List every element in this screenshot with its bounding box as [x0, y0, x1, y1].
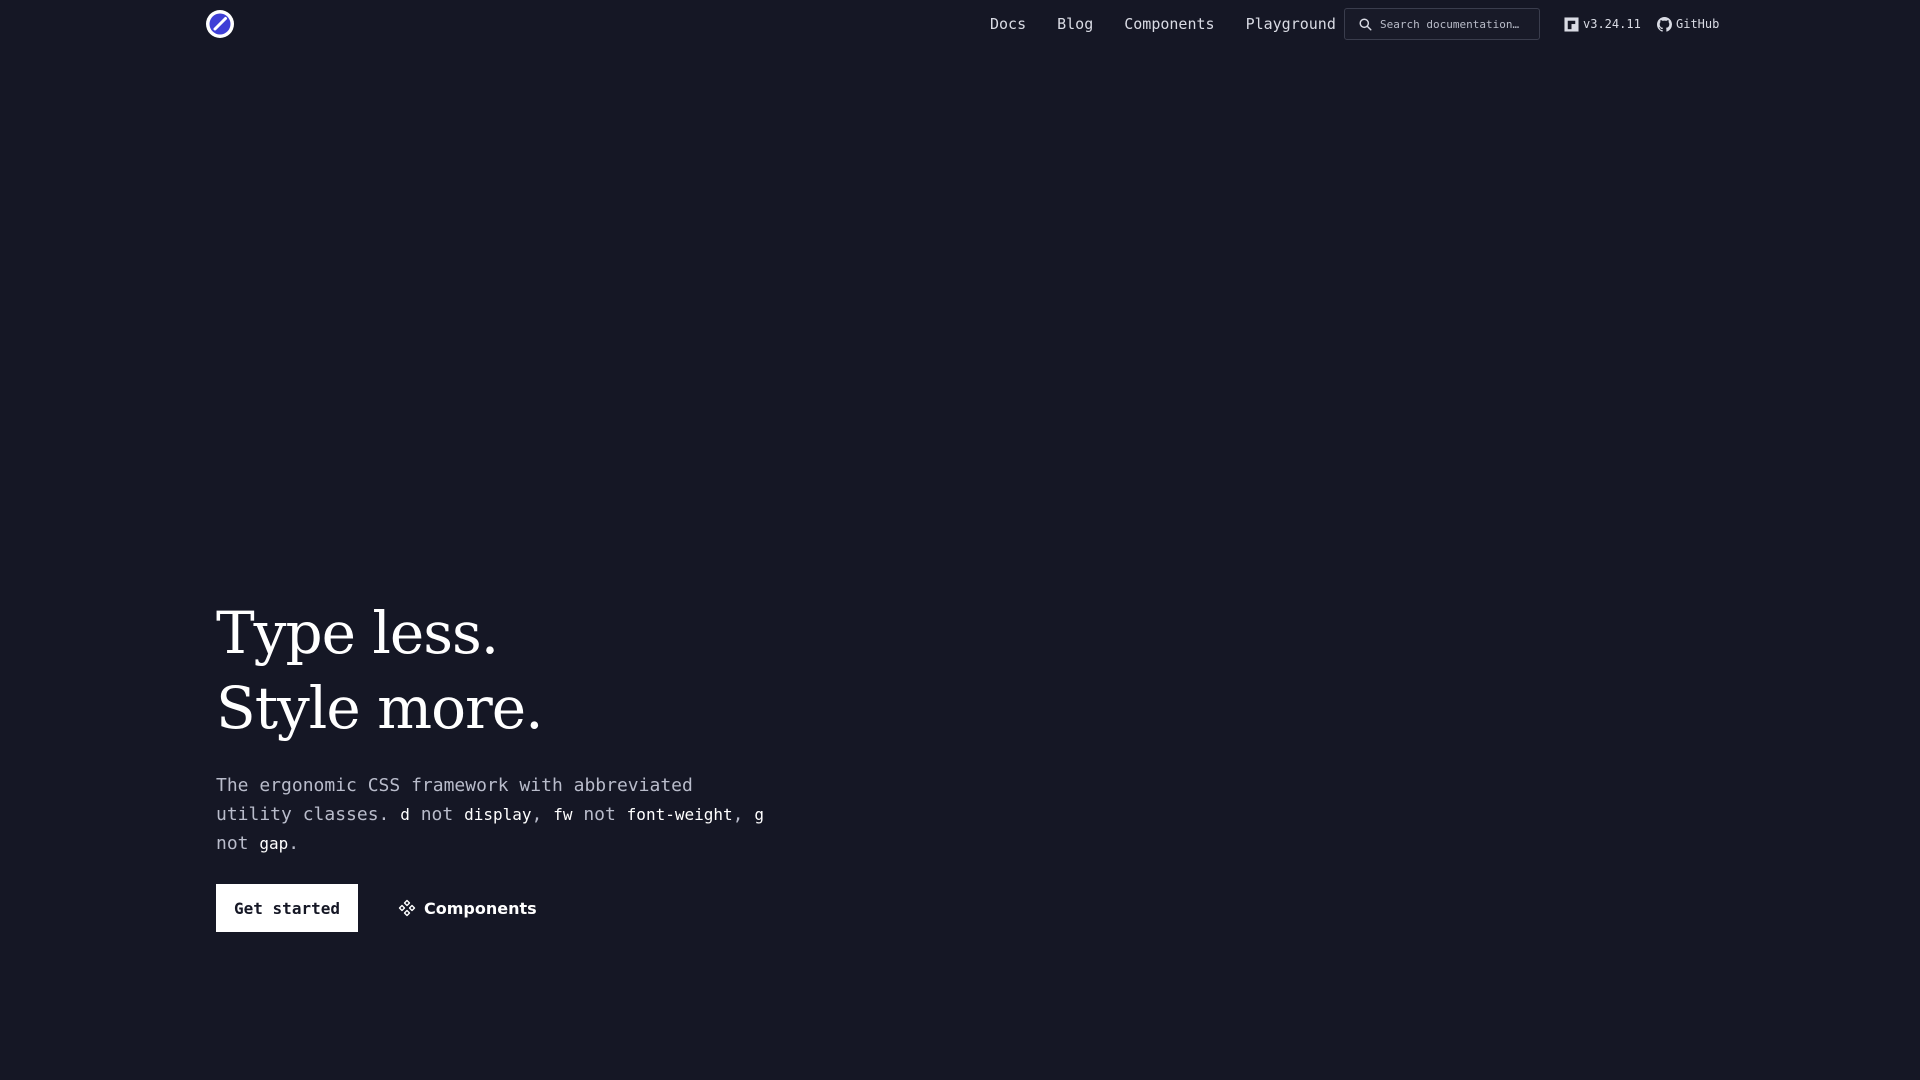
search-input[interactable]: [1380, 17, 1539, 31]
description-separator: ,: [732, 804, 744, 825]
components-button[interactable]: Components: [398, 884, 537, 932]
description-end: .: [288, 833, 300, 854]
top-navigation-bar: Docs Blog Components Playground v3.24.11…: [0, 0, 1920, 48]
github-label: GitHub: [1676, 17, 1720, 31]
nav-link-blog[interactable]: Blog: [1057, 15, 1093, 33]
logo-icon: [206, 10, 234, 38]
hero-title-line-1: Type less.: [216, 599, 499, 667]
hero-title: Type less. Style more.: [216, 596, 916, 746]
code-fw: fw: [553, 805, 573, 824]
description-separator: ,: [531, 804, 543, 825]
code-font-weight: font-weight: [626, 805, 733, 824]
code-g: g: [754, 805, 764, 824]
description-not: not: [420, 804, 454, 825]
hero-description: The ergonomic CSS framework with abbrevi…: [216, 771, 776, 858]
components-button-label: Components: [424, 898, 537, 918]
code-gap: gap: [259, 834, 289, 853]
description-not: not: [216, 833, 249, 854]
component-icon: [398, 899, 416, 917]
hero-title-line-2: Style more.: [216, 674, 544, 742]
code-d: d: [400, 805, 410, 824]
npm-icon: [1564, 16, 1579, 32]
nav-link-docs[interactable]: Docs: [990, 15, 1026, 33]
version-label: v3.24.11: [1583, 17, 1641, 31]
github-icon: [1657, 16, 1672, 32]
nav-link-playground[interactable]: Playground: [1246, 15, 1336, 33]
version-link[interactable]: v3.24.11: [1564, 14, 1641, 34]
github-link[interactable]: GitHub: [1657, 14, 1719, 34]
site-logo[interactable]: [205, 9, 235, 39]
get-started-button[interactable]: Get started: [216, 884, 358, 932]
main-nav: Docs Blog Components Playground: [990, 0, 1352, 48]
code-display: display: [464, 805, 532, 824]
search-icon: [1359, 17, 1372, 31]
hero-section: Type less. Style more. The ergonomic CSS…: [216, 596, 916, 932]
description-not: not: [583, 804, 616, 825]
hero-actions: Get started Components: [216, 884, 916, 932]
search-box[interactable]: [1344, 8, 1540, 40]
nav-link-components[interactable]: Components: [1124, 15, 1214, 33]
description-text: The ergonomic CSS framework with abbrevi…: [216, 775, 693, 825]
